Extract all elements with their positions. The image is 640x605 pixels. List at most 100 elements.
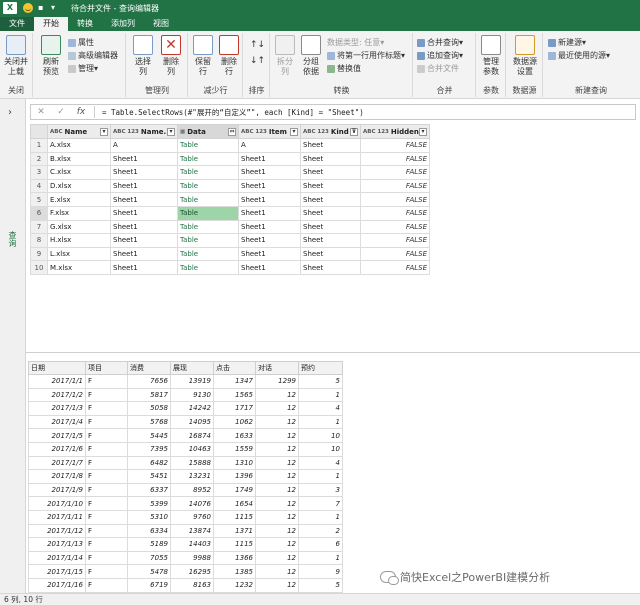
properties-button[interactable]: 属性 [68,37,94,48]
confirm-formula-button[interactable]: ✓ [51,107,71,117]
tab-file[interactable]: 文件 [0,17,34,31]
expand-column-icon[interactable]: ⇔ [228,128,236,136]
manage-parameters-button[interactable]: 管理 参数 [478,33,504,77]
row-number[interactable]: 3 [30,165,48,180]
preview-cell: 1 [298,387,343,403]
table-link-cell[interactable]: Table [177,205,239,221]
filter-applied-icon[interactable]: ⊽ [350,128,358,136]
corner-cell[interactable] [30,124,48,139]
column-header-item[interactable]: ABC 123 Item ▾ [238,124,301,139]
group-label-newquery: 新建查询 [575,86,607,95]
column-header-kind[interactable]: ABC 123 Kind ⊽ [300,124,361,139]
table-row[interactable]: 6 F.xlsx Sheet1 Table Sheet1 Sheet FALSE [30,205,430,221]
column-header-name1[interactable]: ABC 123 Name.1 ▾ [110,124,178,139]
feedback-smiley-icon[interactable] [23,3,33,13]
pane-divider[interactable] [26,352,640,353]
table-link-cell[interactable]: Table [177,219,239,235]
table-row[interactable]: 4 D.xlsx Sheet1 Table Sheet1 Sheet FALSE [30,178,430,194]
tab-home[interactable]: 开始 [34,17,68,31]
advanced-editor-button[interactable]: 高级编辑器 [68,50,118,61]
append-queries-button[interactable]: 追加查询 ▾ [417,50,463,61]
tab-view[interactable]: 视图 [144,17,178,31]
filter-dropdown-icon[interactable]: ▾ [290,128,298,136]
row-number[interactable]: 8 [30,233,48,248]
dropdown-icon[interactable]: ▾ [51,4,59,12]
table-link-cell[interactable]: Table [177,138,239,153]
table-link-cell[interactable]: Table [177,151,239,167]
preview-cell: 2017/1/11 [28,509,86,525]
sort-ascending-icon[interactable]: ↑↓ [250,39,265,50]
table-link-cell[interactable]: Table [177,260,239,275]
table-row[interactable]: 1 A.xlsx A Table A Sheet FALSE [30,138,430,153]
table-cell: Sheet1 [238,219,301,235]
fx-icon[interactable]: fx [71,107,91,117]
preview-cell: F [85,482,128,498]
group-by-button[interactable]: 分组 依据 [298,33,324,77]
preview-cell: F [85,550,128,566]
filter-dropdown-icon[interactable]: ▾ [100,128,108,136]
chevron-right-icon[interactable]: › [8,107,12,118]
remove-columns-button[interactable]: ✕ 删除 列 [158,33,184,77]
sort-descending-icon[interactable]: ↓↑ [250,55,265,66]
table-link-cell[interactable]: Table [177,246,239,262]
preview-cell: 13919 [170,374,214,389]
preview-cell: 16874 [170,428,214,443]
table-link-cell[interactable]: Table [177,178,239,194]
table-cell: Sheet1 [110,205,178,221]
queries-pane-label[interactable]: 查询 [7,231,18,247]
table-link-cell[interactable]: Table [177,192,239,207]
table-row[interactable]: 10 M.xlsx Sheet1 Table Sheet1 Sheet FALSE [30,260,430,275]
table-row[interactable]: 9 L.xlsx Sheet1 Table Sheet1 Sheet FALSE [30,246,430,262]
table-cell: Sheet1 [110,260,178,275]
choose-columns-button[interactable]: 选择 列 [130,33,156,77]
preview-cell: 2017/1/2 [28,387,86,403]
tab-add-column[interactable]: 添加列 [102,17,144,31]
table-row[interactable]: 2 B.xlsx Sheet1 Table Sheet1 Sheet FALSE [30,151,430,167]
table-row[interactable]: 8 H.xlsx Sheet1 Table Sheet1 Sheet FALSE [30,233,430,248]
table-link-cell[interactable]: Table [177,165,239,180]
manage-button[interactable]: 管理 ▾ [68,63,98,74]
row-number[interactable]: 10 [30,260,48,275]
preview-row: 2017/1/11 F 5310 9760 1115 12 1 [28,509,343,525]
table-row[interactable]: 5 E.xlsx Sheet1 Table Sheet1 Sheet FALSE [30,192,430,207]
use-first-row-headers-button[interactable]: 将第一行用作标题 ▾ [327,50,405,61]
cancel-formula-button[interactable]: ✕ [31,107,51,117]
new-source-button[interactable]: 新建源 ▾ [548,37,586,48]
column-header-hidden[interactable]: ABC 123 Hidden ▾ [360,124,430,139]
preview-cell: 9130 [170,387,214,403]
filter-dropdown-icon[interactable]: ▾ [167,128,175,136]
row-number[interactable]: 7 [30,219,48,235]
preview-cell: 6334 [127,523,171,539]
close-and-load-button[interactable]: 关闭并 上载 [3,33,29,77]
keep-rows-button[interactable]: 保留 行 [190,33,216,77]
row-number[interactable]: 4 [30,178,48,194]
preview-cell: 1115 [213,509,256,525]
formula-input[interactable]: = Table.SelectRows(#"展开的“自定义”", each [Ki… [102,107,364,118]
preview-cell: F [85,469,128,484]
split-column-button[interactable]: 拆分 列 [272,33,298,77]
recent-sources-button[interactable]: 最近使用的源 ▾ [548,50,610,61]
tab-transform[interactable]: 转换 [68,17,102,31]
replace-values-button[interactable]: 替换值 [327,63,361,74]
data-source-settings-button[interactable]: 数据源 设置 [512,33,538,77]
preview-cell: 2017/1/14 [28,550,86,566]
data-type-dropdown[interactable]: 数据类型: 任意 ▾ [327,37,384,48]
column-header-data[interactable]: ▦ Data ⇔ [177,124,239,139]
table-link-cell[interactable]: Table [177,233,239,248]
row-number[interactable]: 5 [30,192,48,207]
row-number[interactable]: 2 [30,151,48,167]
column-header-name[interactable]: ABC Name ▾ [47,124,111,139]
combine-files-button[interactable]: 合并文件 [417,63,459,74]
row-number[interactable]: 1 [30,138,48,153]
group-sort: ↑↓ ↓↑ 排序 [244,33,270,97]
remove-rows-button[interactable]: 删除 行 [216,33,242,77]
preview-cell: 1 [298,550,343,566]
refresh-preview-button[interactable]: 刷新 预览 [38,33,64,77]
table-row[interactable]: 7 G.xlsx Sheet1 Table Sheet1 Sheet FALSE [30,219,430,235]
table-row[interactable]: 3 C.xlsx Sheet1 Table Sheet1 Sheet FALSE [30,165,430,180]
save-icon[interactable]: ▪ [38,4,46,12]
row-number[interactable]: 6 [30,205,48,221]
filter-dropdown-icon[interactable]: ▾ [419,128,427,136]
merge-queries-button[interactable]: 合并查询 ▾ [417,37,463,48]
row-number[interactable]: 9 [30,246,48,262]
